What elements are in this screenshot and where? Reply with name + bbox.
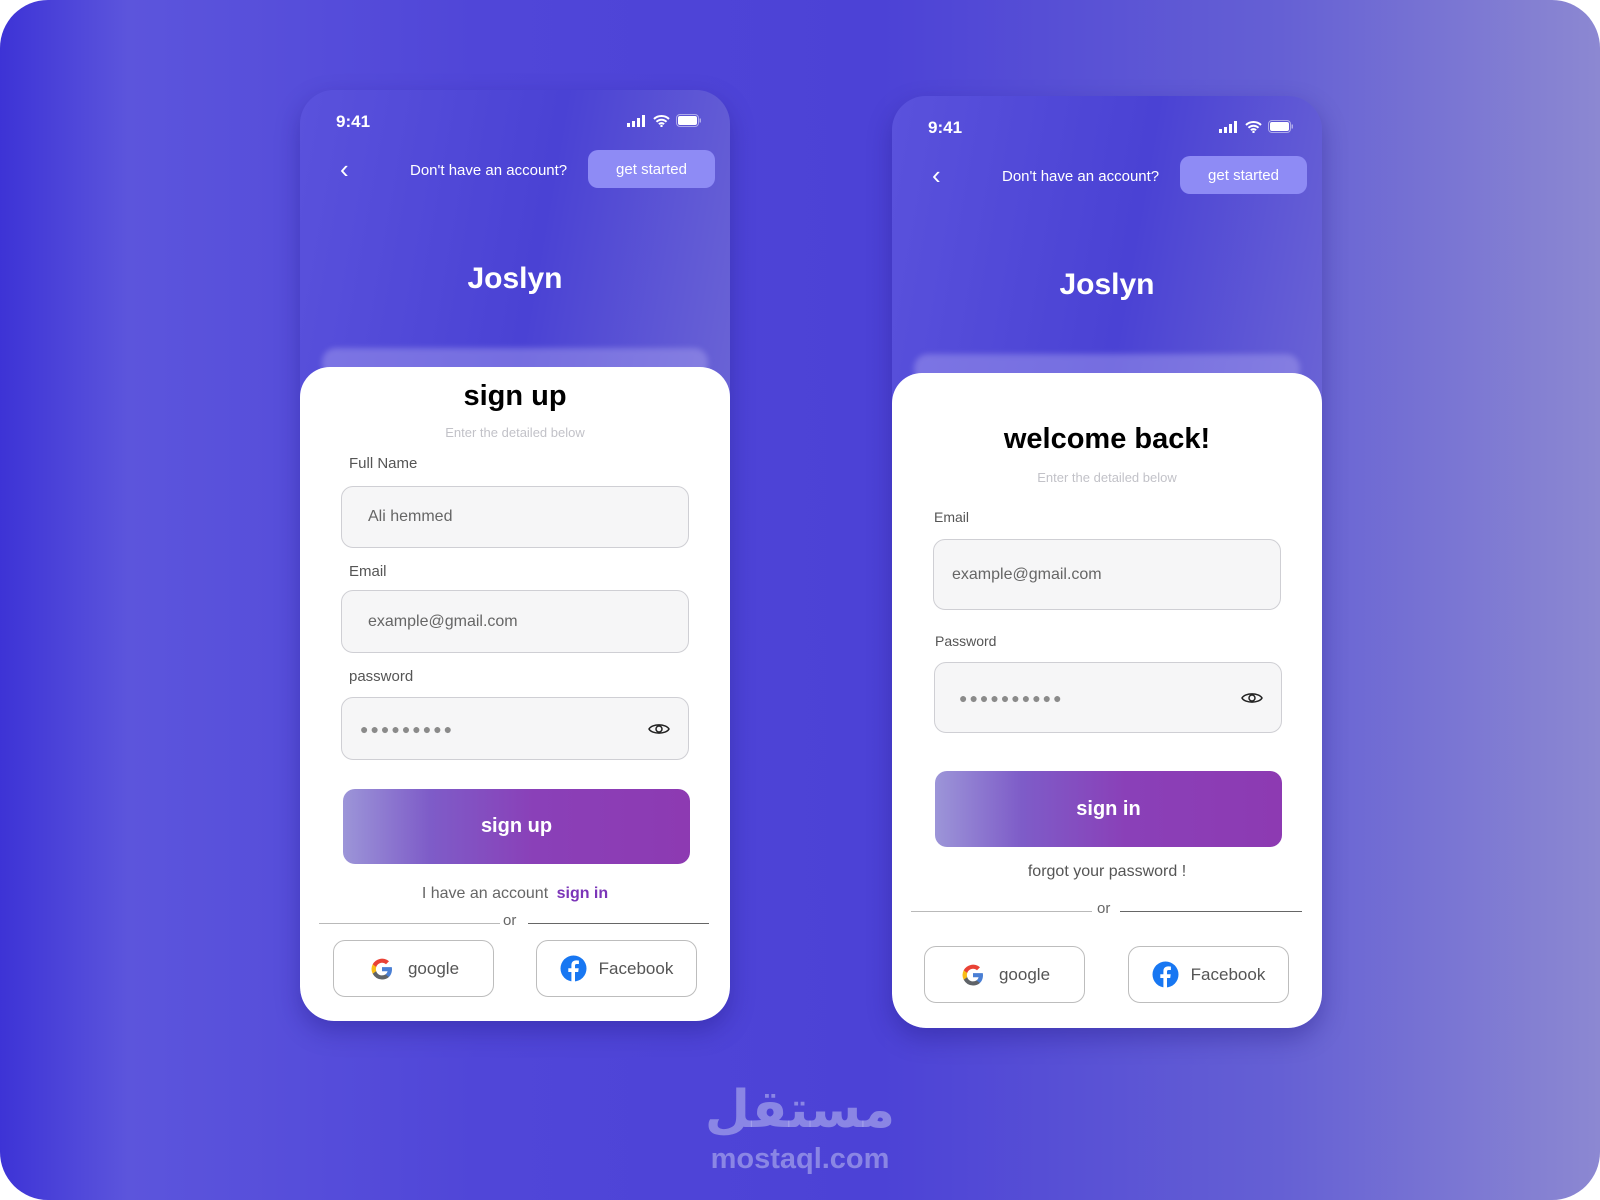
divider-left	[319, 923, 500, 924]
full-name-value: Ali hemmed	[368, 508, 453, 525]
facebook-icon	[1152, 961, 1179, 988]
full-name-label: Full Name	[349, 455, 418, 472]
signal-icon	[627, 114, 645, 127]
email-input[interactable]: example@gmail.com	[341, 590, 689, 653]
wifi-icon	[1245, 120, 1262, 133]
brand-title: Joslyn	[1059, 268, 1155, 301]
email-value: example@gmail.com	[952, 565, 1102, 583]
full-name-input[interactable]: Ali hemmed	[341, 486, 689, 548]
brand-title: Joslyn	[467, 262, 563, 295]
password-input[interactable]: ●●●●●●●●●	[341, 697, 689, 760]
wifi-icon	[653, 114, 670, 127]
back-chevron-icon[interactable]: ‹	[340, 156, 349, 182]
form-sheet: welcome back! Enter the detailed below E…	[892, 373, 1322, 1028]
divider-right	[1120, 911, 1302, 912]
google-button[interactable]: google	[924, 946, 1085, 1003]
battery-icon	[1268, 120, 1293, 133]
background: 9:41 ‹ Don't have an account? get starte…	[0, 0, 1600, 1200]
divider-right	[528, 923, 709, 924]
status-icons	[627, 114, 702, 127]
status-time: 9:41	[336, 112, 371, 131]
signup-screen: 9:41 ‹ Don't have an account? get starte…	[300, 90, 730, 1021]
sign-in-button[interactable]: sign in	[935, 771, 1282, 847]
form-sheet: sign up Enter the detailed below Full Na…	[300, 367, 730, 1021]
sign-in-link[interactable]: sign in	[557, 885, 609, 902]
facebook-icon	[560, 955, 587, 982]
or-label: or	[1097, 900, 1111, 917]
eye-icon[interactable]	[648, 722, 670, 736]
google-label: google	[407, 958, 460, 978]
status-time: 9:41	[928, 118, 963, 137]
battery-icon	[676, 114, 701, 127]
status-icons	[1219, 120, 1294, 133]
email-label: Email	[349, 563, 387, 580]
have-account-row: I have an account sign in	[300, 885, 730, 903]
password-value: ●●●●●●●●●	[360, 720, 455, 737]
or-label: or	[503, 912, 517, 929]
google-icon	[371, 958, 392, 979]
get-started-button[interactable]: get started	[1180, 156, 1307, 194]
get-started-button[interactable]: get started	[588, 150, 715, 188]
watermark-text: mostaql.com	[710, 1143, 890, 1175]
sign-up-button[interactable]: sign up	[343, 789, 690, 864]
watermark-logo: مستقل	[704, 1081, 896, 1139]
google-icon	[962, 964, 983, 985]
eye-icon[interactable]	[1241, 691, 1263, 705]
password-label: password	[349, 668, 414, 685]
no-account-prompt: Don't have an account?	[1002, 168, 1160, 185]
google-label: google	[998, 964, 1051, 984]
back-chevron-icon[interactable]: ‹	[932, 162, 941, 188]
page-title: sign up	[463, 380, 567, 412]
have-account-text: I have an account	[421, 885, 549, 902]
page-subtitle: Enter the detailed below	[1037, 470, 1177, 485]
email-value: example@gmail.com	[368, 612, 518, 630]
page-subtitle: Enter the detailed below	[445, 425, 585, 440]
facebook-label: Facebook	[598, 958, 674, 978]
facebook-button[interactable]: Facebook	[536, 940, 697, 997]
password-value: ●●●●●●●●●●	[959, 689, 1064, 706]
facebook-label: Facebook	[1190, 964, 1266, 984]
no-account-prompt: Don't have an account?	[410, 162, 568, 179]
signal-icon	[1219, 120, 1237, 133]
signin-screen: 9:41 ‹ Don't have an account? get starte…	[892, 96, 1322, 1028]
forgot-password-link[interactable]: forgot your password !	[892, 863, 1322, 881]
google-button[interactable]: google	[333, 940, 494, 997]
password-label: Password	[935, 633, 997, 649]
email-input[interactable]: example@gmail.com	[933, 539, 1281, 610]
divider-left	[911, 911, 1092, 912]
email-label: Email	[934, 509, 970, 525]
password-input[interactable]: ●●●●●●●●●●	[934, 662, 1282, 733]
page-title: welcome back!	[1003, 423, 1211, 455]
facebook-button[interactable]: Facebook	[1128, 946, 1289, 1003]
